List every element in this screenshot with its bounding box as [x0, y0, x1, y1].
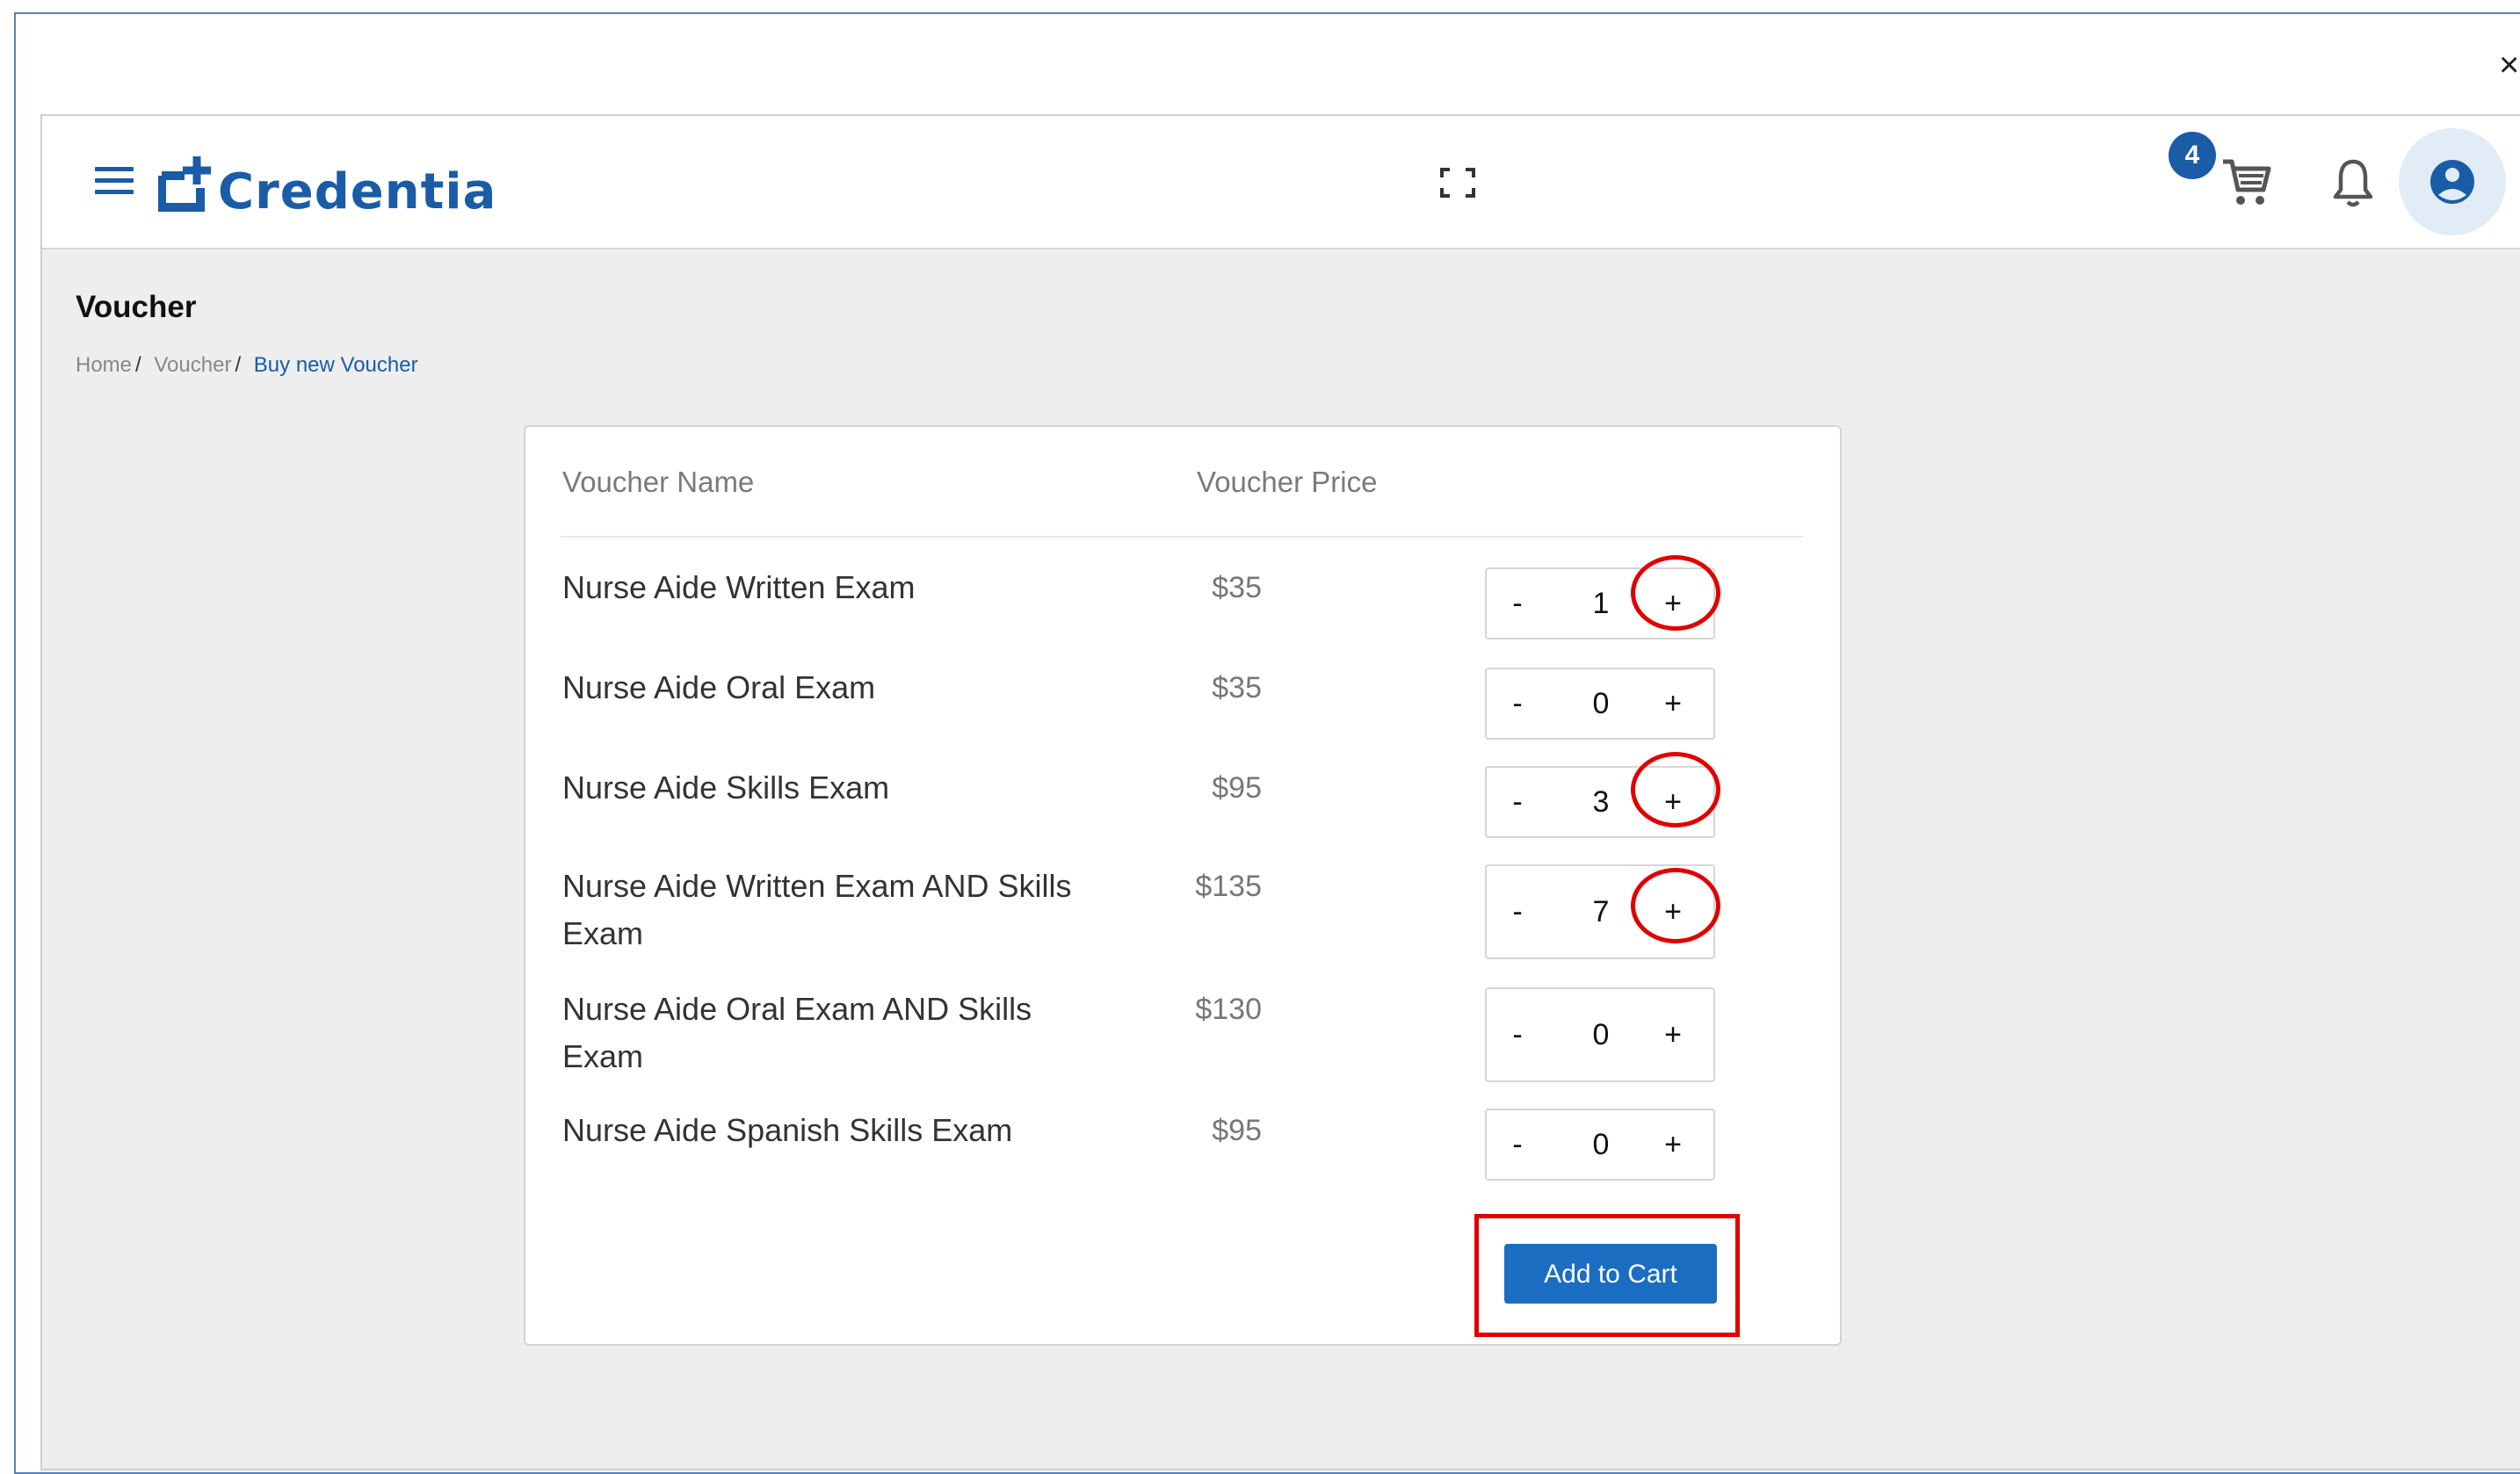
voucher-price: $135	[1195, 870, 1262, 903]
breadcrumb-separator: /	[135, 353, 141, 377]
voucher-price: $35	[1212, 571, 1262, 604]
brand-name: Credentia	[218, 163, 497, 220]
breadcrumb-separator: /	[235, 353, 242, 377]
add-to-cart-button[interactable]: Add to Cart	[1504, 1244, 1717, 1304]
user-account-icon	[2430, 160, 2474, 204]
cart-icon[interactable]	[2221, 156, 2272, 207]
voucher-name: Nurse Aide Spanish Skills Exam	[562, 1112, 1013, 1148]
quantity-value[interactable]: 0	[1575, 669, 1627, 738]
avatar[interactable]	[2399, 128, 2506, 235]
menu-icon[interactable]	[95, 167, 134, 195]
cart-count-badge: 4	[2169, 132, 2216, 179]
highlight-circle	[1631, 752, 1720, 827]
quantity-value[interactable]: 7	[1575, 866, 1627, 957]
quantity-value[interactable]: 0	[1575, 989, 1627, 1080]
breadcrumb-home[interactable]: Home	[76, 353, 132, 377]
decrement-button[interactable]: -	[1495, 768, 1539, 836]
logo-mark-icon	[158, 156, 211, 212]
quantity-value[interactable]: 0	[1575, 1110, 1627, 1179]
voucher-name: Nurse Aide Written Exam	[562, 569, 916, 605]
decrement-button[interactable]: -	[1495, 669, 1539, 738]
top-header: Credentia	[42, 116, 2520, 249]
fullscreen-icon[interactable]	[1439, 167, 1476, 199]
highlight-circle	[1631, 555, 1720, 631]
voucher-price: $95	[1212, 1114, 1262, 1147]
voucher-price: $130	[1195, 993, 1262, 1026]
breadcrumb-current[interactable]: Buy new Voucher	[254, 353, 418, 377]
quantity-stepper: - 0 +	[1485, 1109, 1715, 1181]
voucher-name: Nurse Aide Oral Exam AND Skills Exam	[562, 991, 1032, 1074]
voucher-name: Nurse Aide Skills Exam	[562, 770, 890, 806]
increment-button[interactable]: +	[1645, 1110, 1701, 1179]
close-icon[interactable]: ×	[2499, 46, 2519, 85]
quantity-stepper: - 0 +	[1485, 987, 1715, 1082]
voucher-name: Nurse Aide Oral Exam	[562, 669, 876, 705]
column-header-name: Voucher Name	[562, 466, 755, 498]
column-header-price: Voucher Price	[1197, 466, 1378, 498]
page-title: Voucher	[76, 290, 197, 324]
breadcrumb-voucher[interactable]: Voucher	[154, 353, 231, 377]
voucher-name: Nurse Aide Written Exam AND Skills Exam	[562, 868, 1072, 951]
decrement-button[interactable]: -	[1495, 989, 1539, 1080]
bell-icon[interactable]	[2332, 156, 2374, 209]
voucher-price: $35	[1212, 671, 1262, 704]
quantity-value[interactable]: 1	[1575, 569, 1627, 638]
quantity-value[interactable]: 3	[1575, 768, 1627, 836]
increment-button[interactable]: +	[1645, 989, 1701, 1080]
voucher-price: $95	[1212, 771, 1262, 805]
decrement-button[interactable]: -	[1495, 569, 1539, 638]
quantity-stepper: - 0 +	[1485, 668, 1715, 740]
header-divider	[561, 536, 1803, 538]
decrement-button[interactable]: -	[1495, 866, 1539, 957]
breadcrumb: Home / Voucher / Buy new Voucher	[76, 353, 418, 378]
decrement-button[interactable]: -	[1495, 1110, 1539, 1179]
highlight-circle	[1631, 868, 1720, 943]
increment-button[interactable]: +	[1645, 669, 1701, 738]
